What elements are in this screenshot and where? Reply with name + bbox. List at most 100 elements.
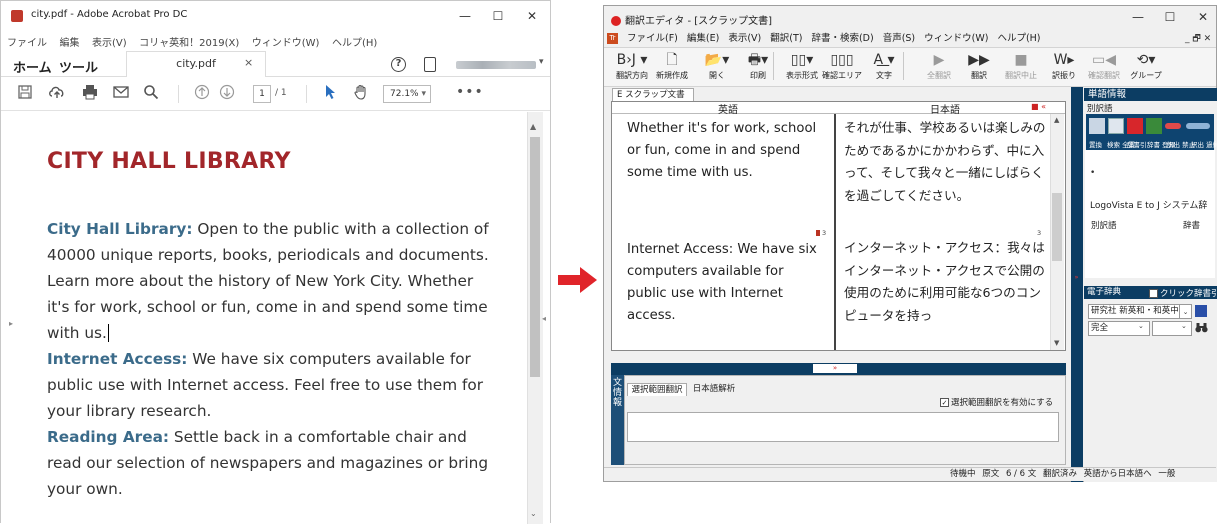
translate-all-button[interactable]: ▶ 全翻訳 <box>918 50 960 84</box>
source-sentence[interactable]: Internet Access: We have six computers a… <box>627 239 827 327</box>
menu-view[interactable]: 表示(V) <box>92 34 127 49</box>
chevron-down-icon: ▾ <box>421 89 426 99</box>
new-document-button[interactable]: 🗋 新規作成 <box>651 50 693 84</box>
editor-minimize-button[interactable]: — <box>1126 7 1150 27</box>
page-down-icon[interactable] <box>217 84 237 104</box>
selection-translation-output[interactable] <box>627 412 1059 442</box>
translation-scroll-thumb[interactable] <box>1052 193 1062 261</box>
tab-scrap-document[interactable]: E スクラップ文書 <box>612 88 694 102</box>
zoom-select[interactable]: 72.1% ▾ <box>383 85 431 103</box>
help-icon[interactable]: ? <box>391 57 406 72</box>
binoculars-search-icon[interactable] <box>1195 322 1208 336</box>
display-format-button[interactable]: ▯▯▾ 表示形式 <box>781 50 823 84</box>
upload-cloud-icon[interactable] <box>47 84 67 104</box>
scroll-down-icon[interactable]: ⌄ <box>530 509 537 518</box>
menu-help[interactable]: ヘルプ(H) <box>997 33 1040 44</box>
checkbox-unchecked-icon[interactable] <box>1149 289 1158 298</box>
target-sentence[interactable]: インターネット・アクセス：我々はインターネット・アクセスで公開の使用のために利用… <box>844 237 1049 347</box>
confirm-translation-button[interactable]: ▭◀ 確認翻訳 <box>1083 50 1125 84</box>
select-cursor-icon[interactable] <box>320 84 340 104</box>
stop-translation-button[interactable]: ■ 翻訳中止 <box>1000 50 1042 84</box>
tab-selection-translation[interactable]: 選択範囲翻訳 <box>627 383 687 396</box>
over-translation-icon[interactable] <box>1186 123 1210 129</box>
editor-close-button[interactable]: ✕ <box>1191 7 1215 27</box>
tab-home[interactable]: ホーム <box>13 57 52 76</box>
mdi-window-controls[interactable]: _ 🗗 ✕ <box>1185 31 1211 47</box>
chevron-down-icon[interactable]: ⌄ <box>1180 304 1192 319</box>
toggle-panel-button[interactable]: » <box>1072 272 1081 282</box>
acrobat-maximize-button[interactable]: ☐ <box>486 6 510 26</box>
hand-tool-icon[interactable] <box>351 84 371 104</box>
scroll-up-icon[interactable]: ▲ <box>530 122 536 131</box>
acrobat-minimize-button[interactable]: — <box>453 6 477 26</box>
acrobat-close-button[interactable]: ✕ <box>520 6 544 26</box>
toolbar-label: 翻訳方向 <box>616 71 648 80</box>
print-icon[interactable] <box>80 84 100 104</box>
word-list-area[interactable] <box>1085 150 1215 278</box>
search-icon[interactable] <box>141 84 161 104</box>
translation-ruby-button[interactable]: W▸ 訳振り <box>1043 50 1085 84</box>
page-up-icon[interactable] <box>192 84 212 104</box>
selection-translation-checkbox[interactable]: ✓ 選択範囲翻訳を有効にする <box>940 396 1053 408</box>
checkbox-checked-icon[interactable]: ✓ <box>940 398 949 407</box>
menu-korya[interactable]: コリャ英和！2019(X) <box>139 34 239 49</box>
save-icon[interactable] <box>15 84 35 104</box>
font-button[interactable]: A͟ ▾ 文字 <box>863 50 905 84</box>
more-options-icon[interactable]: ••• <box>456 84 484 100</box>
confirm-area-button[interactable]: ▯▯▯ 確認エリア <box>821 50 863 84</box>
menu-file[interactable]: ファイル <box>7 34 47 49</box>
menu-dictionary-search[interactable]: 辞書・検索(D) <box>811 33 873 44</box>
tab-tools[interactable]: ツール <box>59 57 98 76</box>
mobile-link-icon[interactable] <box>424 57 436 72</box>
translation-editor-window: 翻訳エディタ - [スクラップ文書] — ☐ ✕ Tr ファイル(F) 編集(E) 表… <box>603 0 1220 523</box>
translation-direction-button[interactable]: B›J ▾ 翻訳方向 <box>611 50 653 84</box>
right-panel-divider[interactable] <box>1071 87 1083 482</box>
target-sentence[interactable]: それが仕事、学校あるいは楽しみのためであるかにかかわらず、中に入って、そして我々… <box>844 117 1049 207</box>
dictionary-book-icon[interactable] <box>1195 305 1207 317</box>
toolbar-label: 新規作成 <box>656 71 688 80</box>
chevron-down-icon[interactable]: ⌄ <box>1181 322 1187 330</box>
menu-translate[interactable]: 翻訳(T) <box>770 33 802 44</box>
display-format-icon: ▯▯▾ <box>790 52 814 68</box>
open-button[interactable]: 📂▾ 開く <box>696 50 738 84</box>
toolbar-label: 翻訳中止 <box>1005 71 1037 80</box>
scroll-down-icon[interactable]: ▼ <box>1054 339 1059 347</box>
user-account-name[interactable] <box>456 61 536 69</box>
click-dictionary-checkbox[interactable]: クリック辞書引 <box>1149 287 1220 299</box>
dictionary-register-icon[interactable] <box>1146 118 1162 134</box>
group-button[interactable]: ⟲▾ グループ <box>1125 50 1167 84</box>
toolbar-divider <box>178 85 179 103</box>
pdf-scroll-thumb[interactable] <box>530 137 540 377</box>
source-sentence[interactable]: Whether it's for work, school or fun, co… <box>627 118 827 184</box>
menu-window[interactable]: ウィンドウ(W) <box>252 34 320 49</box>
chevron-down-icon[interactable]: ⌄ <box>1138 322 1144 330</box>
dictionary-lookup-icon[interactable] <box>1127 118 1143 134</box>
no-translation-icon[interactable] <box>1165 123 1181 129</box>
chevron-down-icon[interactable]: ▾ <box>539 57 544 67</box>
menu-view[interactable]: 表示(V) <box>728 33 761 44</box>
menu-edit[interactable]: 編集 <box>60 34 80 49</box>
dictionary-select[interactable]: 研究社 新英和・和英中 <box>1088 304 1180 319</box>
page-number-input[interactable]: 1 <box>253 85 271 103</box>
menu-window[interactable]: ウィンドウ(W) <box>924 33 988 44</box>
editor-menubar: Tr ファイル(F) 編集(E) 表示(V) 翻訳(T) 辞書・検索(D) 音声(S) ウィン… <box>607 30 1213 46</box>
mail-icon[interactable] <box>111 84 131 104</box>
editor-status-bar: 待機中 原文 6 / 6 文 翻訳済み 英語から日本語へ 一般 <box>604 467 1216 481</box>
menu-help[interactable]: ヘルプ(H) <box>332 34 377 49</box>
tab-close-icon[interactable]: × <box>244 56 253 69</box>
editor-maximize-button[interactable]: ☐ <box>1158 7 1182 27</box>
right-panel-toggle[interactable]: ◂ <box>542 314 546 323</box>
expand-pane-button[interactable]: » <box>813 364 857 373</box>
document-menu-icon[interactable]: Tr <box>607 33 618 44</box>
search-replace-icon[interactable] <box>1108 118 1124 134</box>
replace-icon[interactable] <box>1089 118 1105 134</box>
collapse-icon[interactable]: ■ « <box>1031 102 1046 111</box>
left-panel-toggle[interactable]: ▸ <box>9 319 13 328</box>
menu-file[interactable]: ファイル(F) <box>627 33 678 44</box>
translate-button[interactable]: ▶▶ 翻訳 <box>958 50 1000 84</box>
scroll-up-icon[interactable]: ▲ <box>1054 116 1059 124</box>
icon-label: 辞書引 <box>1127 141 1147 149</box>
tab-japanese-analysis[interactable]: 日本語解析 <box>688 383 740 396</box>
menu-edit[interactable]: 編集(E) <box>687 33 719 44</box>
menu-audio[interactable]: 音声(S) <box>883 33 915 44</box>
